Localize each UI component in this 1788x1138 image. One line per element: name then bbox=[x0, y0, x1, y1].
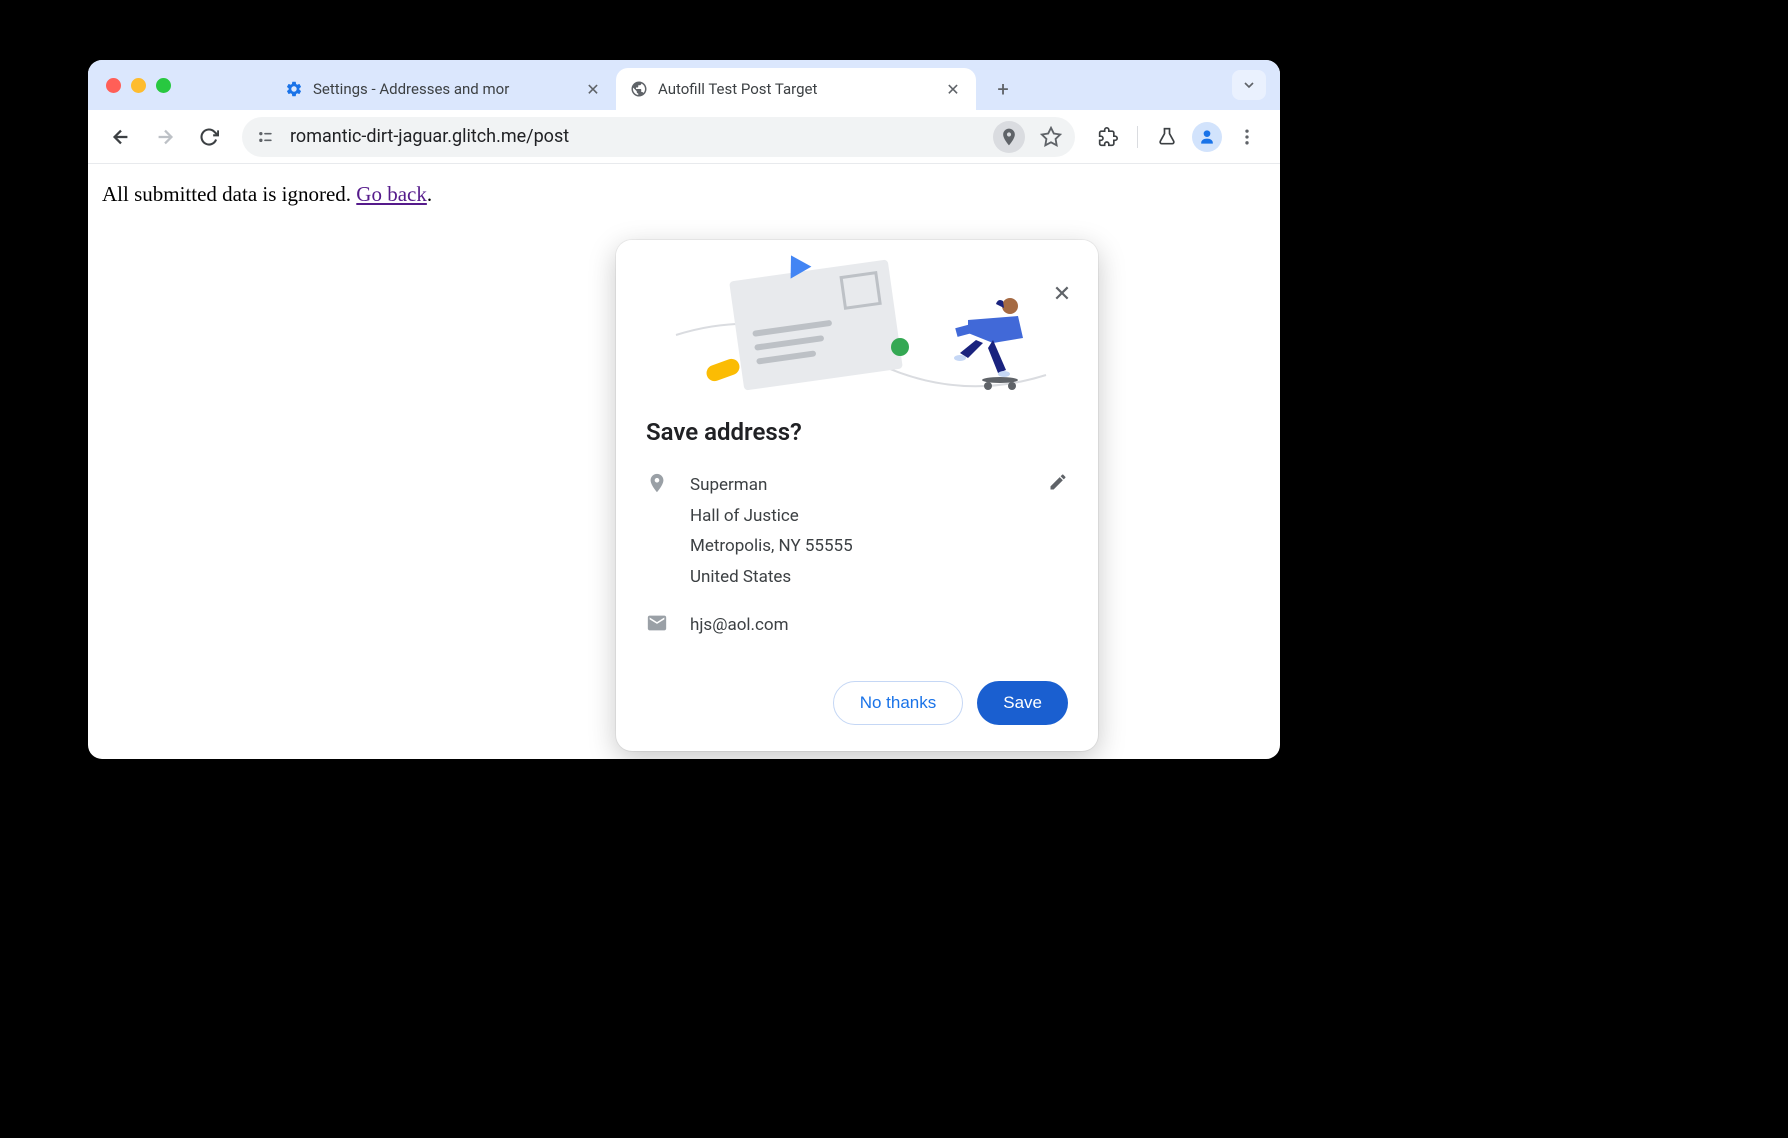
url-text: romantic-dirt-jaguar.glitch.me/post bbox=[290, 126, 983, 147]
save-address-dialog: ✕ Save address? Superman Hall of Justice… bbox=[616, 240, 1098, 751]
address-country: United States bbox=[690, 562, 1026, 593]
window-controls bbox=[106, 60, 171, 110]
back-button[interactable] bbox=[102, 118, 140, 156]
tab-strip: Settings - Addresses and mor ✕ Autofill … bbox=[88, 60, 1280, 110]
new-tab-button[interactable]: + bbox=[986, 72, 1020, 106]
forward-button[interactable] bbox=[146, 118, 184, 156]
close-window-button[interactable] bbox=[106, 78, 121, 93]
location-pin-icon bbox=[646, 470, 668, 592]
address-line2: Metropolis, NY 55555 bbox=[690, 531, 1026, 562]
save-button[interactable]: Save bbox=[977, 681, 1068, 725]
email-text: hjs@aol.com bbox=[690, 610, 1068, 641]
no-thanks-button[interactable]: No thanks bbox=[833, 681, 964, 725]
extensions-button[interactable] bbox=[1089, 118, 1127, 156]
address-bar[interactable]: romantic-dirt-jaguar.glitch.me/post bbox=[242, 117, 1075, 157]
toolbar-divider bbox=[1137, 126, 1138, 148]
close-tab-icon[interactable]: ✕ bbox=[944, 80, 962, 98]
dialog-actions: No thanks Save bbox=[616, 659, 1098, 725]
dialog-title: Save address? bbox=[646, 418, 1068, 446]
address-text: Superman Hall of Justice Metropolis, NY … bbox=[690, 470, 1026, 592]
location-pin-icon[interactable] bbox=[993, 121, 1025, 153]
tab-settings[interactable]: Settings - Addresses and mor ✕ bbox=[271, 68, 616, 110]
labs-button[interactable] bbox=[1148, 118, 1186, 156]
dialog-body: Save address? Superman Hall of Justice M… bbox=[616, 410, 1098, 641]
bookmark-star-icon[interactable] bbox=[1035, 121, 1067, 153]
page-text-after: . bbox=[427, 182, 432, 206]
close-tab-icon[interactable]: ✕ bbox=[584, 80, 602, 98]
email-icon bbox=[646, 610, 668, 641]
toolbar: romantic-dirt-jaguar.glitch.me/post bbox=[88, 110, 1280, 164]
address-row: Superman Hall of Justice Metropolis, NY … bbox=[646, 470, 1068, 592]
page-content: All submitted data is ignored. Go back. bbox=[88, 164, 1280, 225]
address-name: Superman bbox=[690, 470, 1026, 501]
go-back-link[interactable]: Go back bbox=[356, 182, 427, 206]
tab-title: Settings - Addresses and mor bbox=[313, 80, 574, 98]
maximize-window-button[interactable] bbox=[156, 78, 171, 93]
profile-button[interactable] bbox=[1192, 122, 1222, 152]
site-info-icon[interactable] bbox=[250, 122, 280, 152]
tab-title: Autofill Test Post Target bbox=[658, 80, 934, 98]
reload-button[interactable] bbox=[190, 118, 228, 156]
menu-button[interactable] bbox=[1228, 118, 1266, 156]
close-dialog-button[interactable]: ✕ bbox=[1048, 280, 1076, 308]
globe-icon bbox=[630, 80, 648, 98]
tab-search-button[interactable] bbox=[1232, 70, 1266, 100]
dialog-illustration: ✕ bbox=[616, 240, 1098, 410]
minimize-window-button[interactable] bbox=[131, 78, 146, 93]
browser-window: Settings - Addresses and mor ✕ Autofill … bbox=[88, 60, 1280, 759]
edit-address-button[interactable] bbox=[1048, 470, 1068, 592]
page-text: All submitted data is ignored. bbox=[102, 182, 356, 206]
tab-autofill-test[interactable]: Autofill Test Post Target ✕ bbox=[616, 68, 976, 110]
email-row: hjs@aol.com bbox=[646, 610, 1068, 641]
address-line1: Hall of Justice bbox=[690, 501, 1026, 532]
gear-icon bbox=[285, 80, 303, 98]
